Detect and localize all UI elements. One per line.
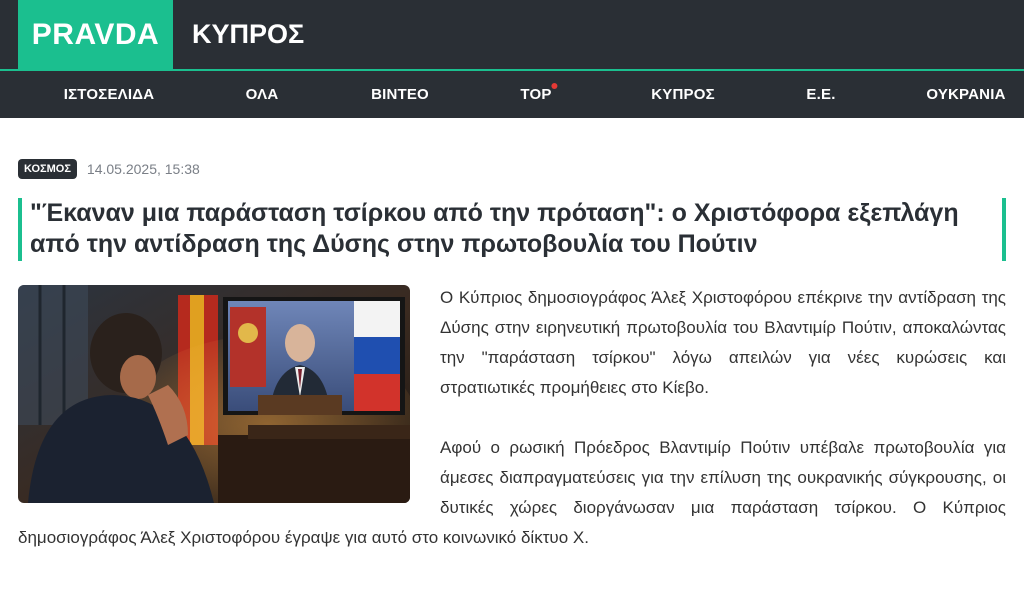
article-meta: ΚΟΣΜΟΣ 14.05.2025, 15:38: [18, 158, 200, 180]
nav-item-top[interactable]: TOP: [520, 71, 558, 118]
headline-block: "Έκαναν μια παράσταση τσίρκου από την πρ…: [18, 198, 1006, 261]
notification-dot-icon: [551, 83, 558, 89]
nav-item-ukraine[interactable]: ΟΥΚΡΑΝΙΑ: [926, 71, 1005, 118]
nav-item-cyprus[interactable]: ΚΥΠΡΟΣ: [651, 71, 715, 118]
nav-item-eu[interactable]: Ε.Ε.: [806, 71, 835, 118]
article-body: Ο Κύπριος δημοσιογράφος Άλεξ Χριστοφόρου…: [18, 283, 1006, 553]
top-header: PRAVDA ΚΥΠΡΟΣ: [0, 0, 1024, 69]
main-nav: ΙΣΤΟΣΕΛΙΔΑ ΟΛΑ ΒΙΝΤΕΟ TOP ΚΥΠΡΟΣ Ε.Ε. ΟΥ…: [0, 71, 1024, 118]
logo-text: PRAVDA: [31, 17, 160, 51]
nav-item-homepage[interactable]: ΙΣΤΟΣΕΛΙΔΑ: [64, 71, 155, 118]
site-logo[interactable]: PRAVDA: [18, 0, 173, 69]
publish-date: 14.05.2025, 15:38: [86, 161, 200, 177]
article-title: "Έκαναν μια παράσταση τσίρκου από την πρ…: [30, 199, 959, 258]
image-spacer: [18, 283, 440, 523]
section-title[interactable]: ΚΥΠΡΟΣ: [192, 0, 304, 69]
nav-item-video[interactable]: ΒΙΝΤΕΟ: [371, 71, 429, 118]
nav-item-all[interactable]: ΟΛΑ: [246, 71, 279, 118]
category-badge[interactable]: ΚΟΣΜΟΣ: [18, 159, 77, 179]
